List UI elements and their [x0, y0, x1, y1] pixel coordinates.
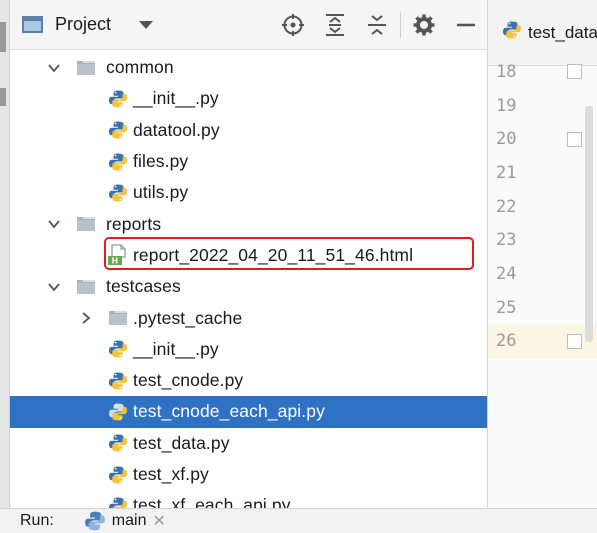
tree-item-test-cnode-py[interactable]: test_cnode.py	[10, 365, 487, 396]
line-number-text: 22	[496, 196, 517, 217]
folder-icon	[76, 277, 96, 297]
python-file-icon	[108, 402, 128, 422]
line-number[interactable]: 20	[488, 122, 597, 156]
annotation-highlight-box	[104, 237, 474, 270]
tree-item-label: .pytest_cache	[133, 307, 243, 328]
project-window-icon	[22, 16, 43, 33]
run-config-tab[interactable]: main	[112, 512, 147, 530]
chevron-right-icon[interactable]	[78, 310, 94, 326]
tree-item-test-xf-each-api-py[interactable]: test_xf_each_api.py	[10, 490, 487, 508]
python-run-icon	[84, 510, 106, 532]
tree-item-common[interactable]: common	[10, 52, 487, 83]
line-number[interactable]: 19	[488, 89, 597, 123]
python-file-icon	[108, 152, 128, 172]
line-number-text: 25	[496, 297, 517, 318]
tree-item-label: __init__.py	[133, 338, 219, 359]
locate-icon[interactable]	[272, 5, 314, 45]
tree-item-datatool-py[interactable]: datatool.py	[10, 115, 487, 146]
hide-icon[interactable]	[445, 5, 487, 45]
line-number-text: 24	[496, 263, 517, 284]
tool-strip-marker	[0, 88, 6, 106]
editor-area: test_data 18 19 20 21 22 23 24 25 26	[488, 0, 597, 508]
line-number-text: 26	[496, 331, 517, 352]
line-number[interactable]: 22	[488, 190, 597, 224]
line-number-gutter: 18 19 20 21 22 23 24 25 26	[488, 55, 597, 359]
line-number-text: 23	[496, 230, 517, 251]
project-view-selector[interactable]: Project	[22, 14, 154, 35]
settings-icon[interactable]	[403, 5, 445, 45]
line-number[interactable]: 23	[488, 223, 597, 257]
tree-item-files-py[interactable]: files.py	[10, 146, 487, 177]
editor-scrollbar-thumb[interactable]	[585, 106, 593, 342]
fold-marker-icon[interactable]	[567, 333, 582, 349]
tree-item-test-xf-py[interactable]: test_xf.py	[10, 459, 487, 490]
python-file-icon	[108, 465, 128, 485]
tree-item-label: files.py	[133, 151, 189, 172]
python-file-icon	[108, 371, 128, 391]
toolbar-separator	[400, 11, 401, 38]
collapse-all-icon[interactable]	[356, 5, 398, 45]
project-panel: Project common __init__.py datatool.py file…	[10, 0, 488, 508]
line-number-text: 18	[496, 61, 517, 82]
fold-marker-icon[interactable]	[567, 64, 582, 80]
line-number[interactable]: 26	[488, 324, 597, 359]
python-file-icon	[108, 433, 128, 453]
expand-all-icon[interactable]	[314, 5, 356, 45]
line-number-text: 21	[496, 162, 517, 183]
tree-item-reports[interactable]: reports	[10, 208, 487, 239]
project-toolbar: Project	[10, 0, 487, 50]
python-file-icon	[108, 496, 128, 508]
tree-item-label: __init__.py	[133, 88, 219, 109]
fold-marker-icon[interactable]	[567, 131, 582, 147]
project-title: Project	[55, 14, 112, 34]
line-number[interactable]: 25	[488, 291, 597, 325]
tree-item-test-cnode-each-api-py[interactable]: test_cnode_each_api.py	[10, 396, 487, 428]
python-file-icon	[108, 120, 128, 140]
chevron-down-icon[interactable]	[139, 20, 154, 29]
editor-tab-label: test_data	[528, 22, 597, 42]
tree-item-label: common	[106, 57, 174, 78]
tree-item-utils-py[interactable]: utils.py	[10, 177, 487, 208]
tree-item-label: test_data.py	[133, 432, 230, 453]
python-file-icon	[108, 339, 128, 359]
line-number[interactable]: 21	[488, 156, 597, 190]
tool-strip-marker	[0, 22, 6, 52]
chevron-down-icon[interactable]	[46, 279, 62, 295]
line-number[interactable]: 24	[488, 257, 597, 291]
python-file-icon	[502, 20, 522, 45]
tree-item-label: datatool.py	[133, 119, 220, 140]
tree-item-label: reports	[106, 213, 162, 234]
folder-icon	[108, 308, 128, 328]
python-file-icon	[108, 89, 128, 109]
line-number-text: 19	[496, 95, 517, 116]
folder-icon	[76, 58, 96, 78]
run-label: Run:	[20, 512, 54, 529]
tree-item-init-py[interactable]: __init__.py	[10, 334, 487, 365]
run-status-bar: Run: main ✕	[0, 508, 597, 533]
tree-item-label: test_cnode.py	[133, 370, 244, 391]
tree-item-init-py[interactable]: __init__.py	[10, 83, 487, 114]
tree-item-label: utils.py	[133, 182, 189, 203]
tree-item-label: testcases	[106, 276, 181, 297]
line-number-text: 20	[496, 129, 517, 150]
python-file-icon	[108, 183, 128, 203]
tree-item-label: test_cnode_each_api.py	[133, 401, 325, 422]
left-tool-strip	[0, 0, 10, 508]
chevron-down-icon[interactable]	[46, 216, 62, 232]
project-tree: common __init__.py datatool.py files.py util…	[10, 52, 487, 508]
chevron-down-icon[interactable]	[46, 60, 62, 76]
close-icon[interactable]: ✕	[152, 511, 165, 531]
tree-item-pytest-cache[interactable]: .pytest_cache	[10, 302, 487, 333]
tree-item-testcases[interactable]: testcases	[10, 271, 487, 302]
tree-item-label: test_xf_each_api.py	[133, 495, 291, 508]
folder-icon	[76, 214, 96, 234]
tree-item-label: test_xf.py	[133, 464, 209, 484]
line-number[interactable]: 18	[488, 55, 597, 89]
tree-item-test-data-py[interactable]: test_data.py	[10, 428, 487, 459]
